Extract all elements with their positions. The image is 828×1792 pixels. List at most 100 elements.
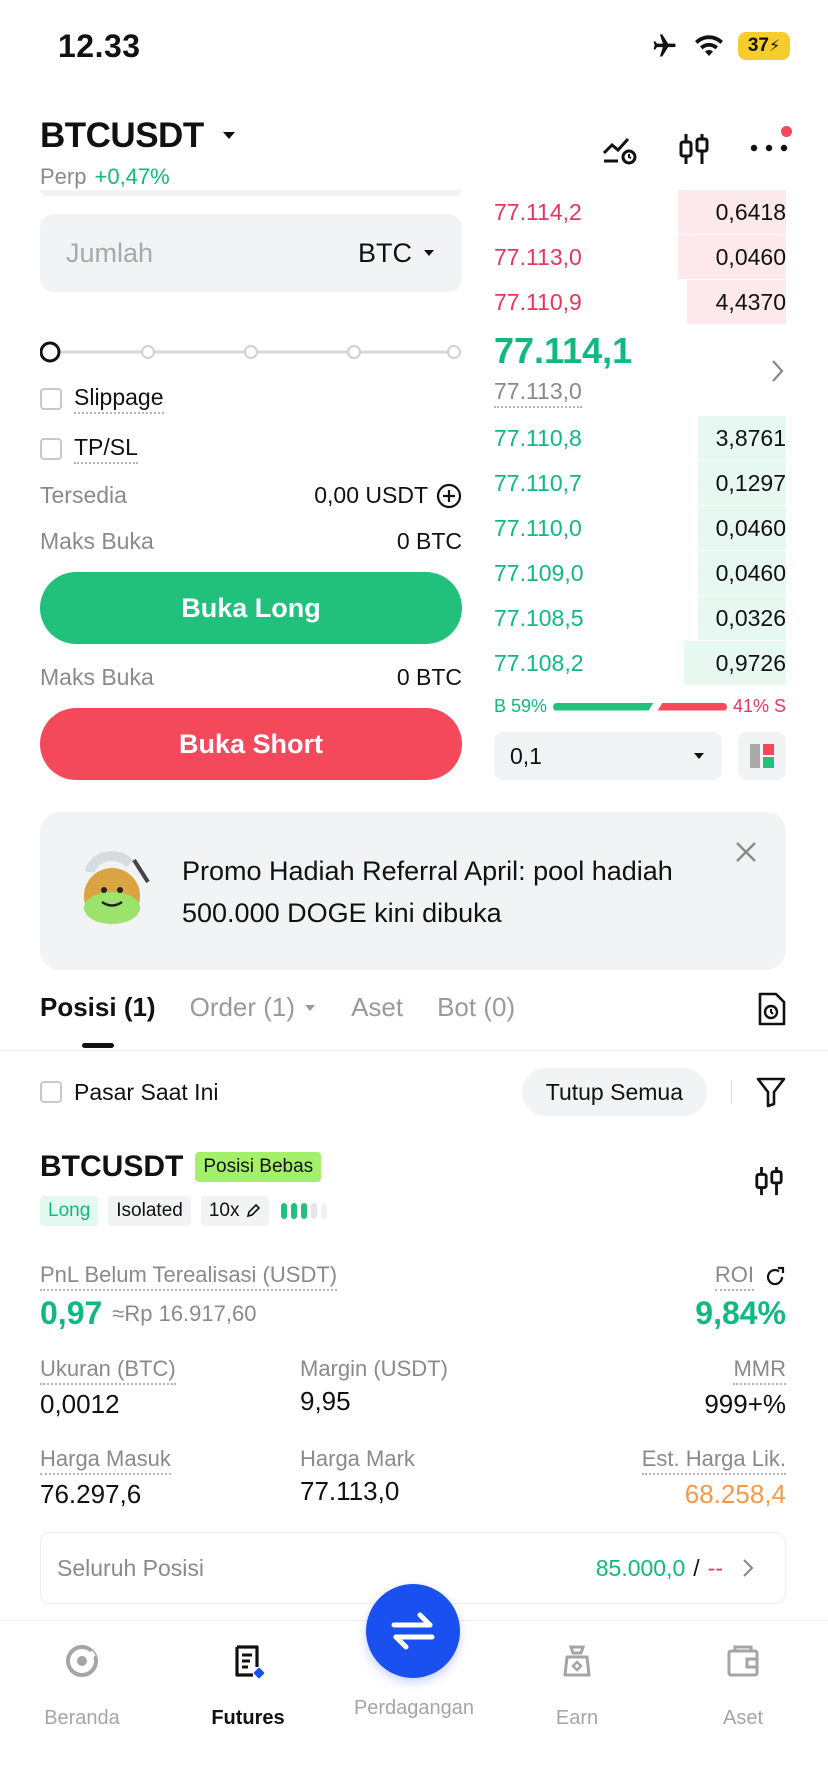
mark-price-value: 77.113,0 <box>300 1476 400 1506</box>
nav-trade[interactable]: Perdagangan <box>339 1693 489 1720</box>
mmr-value: 999+% <box>704 1389 786 1419</box>
available-label: Tersedia <box>40 482 127 508</box>
slippage-option[interactable]: Slippage <box>40 384 164 414</box>
ask-price: 77.110,9 <box>494 288 582 315</box>
side-tag: Long <box>40 1196 99 1226</box>
refresh-icon[interactable] <box>764 1266 786 1288</box>
slippage-checkbox[interactable] <box>40 388 62 410</box>
bid-price: 77.109,0 <box>494 559 584 586</box>
caret-down-icon <box>694 753 704 759</box>
mmr-field: MMR 999+% <box>704 1356 786 1420</box>
pnl-label: PnL Belum Terealisasi (USDT) <box>40 1262 338 1291</box>
ask-row[interactable]: 77.110,9 4,4370 <box>494 280 786 324</box>
all-positions-value: 85.000,0 <box>595 1554 686 1581</box>
bid-row[interactable]: 77.109,0 0,0460 <box>494 551 786 595</box>
price-change: +0,47% <box>94 164 170 189</box>
earn-icon <box>563 1645 591 1677</box>
trade-fab-button[interactable] <box>366 1584 460 1678</box>
max-open-short-row: Maks Buka 0 BTC <box>40 664 462 691</box>
bid-row[interactable]: 77.110,7 0,1297 <box>494 461 786 505</box>
mmr-label: MMR <box>733 1356 786 1385</box>
bid-quantity: 0,0326 <box>715 604 786 631</box>
ask-row[interactable]: 77.114,2 0,6418 <box>494 190 786 234</box>
close-all-button[interactable]: Tutup Semua <box>521 1068 707 1116</box>
all-positions-suffix: -- <box>707 1554 723 1581</box>
quantity-slider[interactable] <box>40 340 462 364</box>
tab-orders[interactable]: Order (1) <box>190 992 317 1023</box>
pair-selector[interactable]: BTCUSDT <box>40 116 244 156</box>
candlestick-chart-icon[interactable] <box>754 1164 784 1198</box>
filter-row: Pasar Saat Ini Tutup Semua <box>40 1068 786 1116</box>
order-book-layout-button[interactable] <box>738 732 786 780</box>
margin-mode-tag[interactable]: Isolated <box>108 1196 191 1226</box>
bid-row[interactable]: 77.108,2 0,9726 <box>494 641 786 685</box>
quantity-placeholder: Jumlah <box>66 237 154 268</box>
position-badge: Posisi Bebas <box>195 1152 322 1182</box>
quantity-input[interactable]: Jumlah BTC <box>40 214 462 292</box>
margin-value: 9,95 <box>300 1386 351 1416</box>
futures-icon <box>235 1645 265 1679</box>
entry-price-field: Harga Masuk 76.297,6 <box>40 1446 171 1510</box>
max-open-long-row: Maks Buka 0 BTC <box>40 528 462 555</box>
order-history-icon[interactable] <box>756 992 786 1026</box>
max-open-label: Maks Buka <box>40 664 154 690</box>
tab-positions[interactable]: Posisi (1) <box>40 992 156 1023</box>
close-icon[interactable] <box>734 840 758 864</box>
edit-icon <box>247 1203 261 1218</box>
all-positions-separator: / <box>693 1554 700 1581</box>
tpsl-option[interactable]: TP/SL <box>40 434 138 464</box>
active-tab-indicator <box>82 1043 114 1048</box>
promo-text: Promo Hadiah Referral April: pool hadiah… <box>182 856 673 928</box>
position-tags: Long Isolated 10x <box>40 1196 335 1226</box>
candlestick-chart-icon[interactable] <box>678 132 710 166</box>
leverage-tag[interactable]: 10x <box>200 1196 270 1226</box>
promo-banner[interactable]: Promo Hadiah Referral April: pool hadiah… <box>40 812 786 970</box>
nav-home-label: Beranda <box>44 1707 120 1729</box>
last-price: 77.114,1 <box>494 330 633 371</box>
ratio-buy-fill <box>553 703 654 711</box>
open-short-button[interactable]: Buka Short <box>40 708 462 780</box>
chevron-right-icon[interactable] <box>770 358 786 384</box>
mark-price: 77.113,0 <box>494 378 582 408</box>
bid-row[interactable]: 77.110,0 0,0460 <box>494 506 786 550</box>
tab-orders-label: Order (1) <box>189 992 296 1022</box>
leverage-value: 10x <box>208 1200 240 1221</box>
ask-quantity: 4,4370 <box>715 288 786 315</box>
available-value: 0,00 USDT <box>314 482 428 508</box>
filter-divider <box>731 1080 732 1104</box>
nav-assets[interactable]: Aset <box>668 1643 818 1730</box>
bid-price: 77.108,2 <box>494 649 584 676</box>
nav-futures[interactable]: Futures <box>173 1643 323 1730</box>
slider-tick <box>347 345 361 359</box>
tpsl-checkbox[interactable] <box>40 438 62 460</box>
price-alert-icon[interactable] <box>602 133 638 165</box>
ask-price: 77.114,2 <box>494 198 582 225</box>
add-funds-icon[interactable] <box>436 483 462 509</box>
status-icons: 37 ⚡ <box>648 32 790 60</box>
more-icon <box>750 144 788 152</box>
bid-price: 77.110,0 <box>494 514 582 541</box>
bid-quantity: 0,9726 <box>715 649 786 676</box>
ask-row[interactable]: 77.113,0 0,0460 <box>494 235 786 279</box>
tab-assets[interactable]: Aset <box>351 992 403 1023</box>
current-market-option[interactable]: Pasar Saat Ini <box>40 1079 218 1106</box>
notification-dot <box>781 126 792 137</box>
quantity-unit-selector[interactable]: BTC <box>358 238 436 269</box>
tab-bots[interactable]: Bot (0) <box>437 992 515 1023</box>
nav-home[interactable]: Beranda <box>7 1643 157 1730</box>
margin-label: Margin (USDT) <box>300 1356 448 1381</box>
max-open-label: Maks Buka <box>40 528 154 554</box>
depth-selector[interactable]: 0,1 <box>494 732 722 780</box>
open-long-button[interactable]: Buka Long <box>40 572 462 644</box>
current-market-checkbox[interactable] <box>40 1081 62 1103</box>
wifi-icon <box>695 35 723 56</box>
battery-level: 37 <box>747 35 769 56</box>
pnl-idr-value: ≈Rp 16.917,60 <box>112 1300 257 1326</box>
filter-icon[interactable] <box>756 1076 786 1108</box>
ratio-bar <box>553 702 727 711</box>
more-menu-button[interactable] <box>750 126 792 158</box>
bid-row[interactable]: 77.110,8 3,8761 <box>494 416 786 460</box>
nav-earn[interactable]: Earn <box>502 1643 652 1730</box>
bid-row[interactable]: 77.108,5 0,0326 <box>494 596 786 640</box>
roi-value: 9,84% <box>695 1295 786 1331</box>
